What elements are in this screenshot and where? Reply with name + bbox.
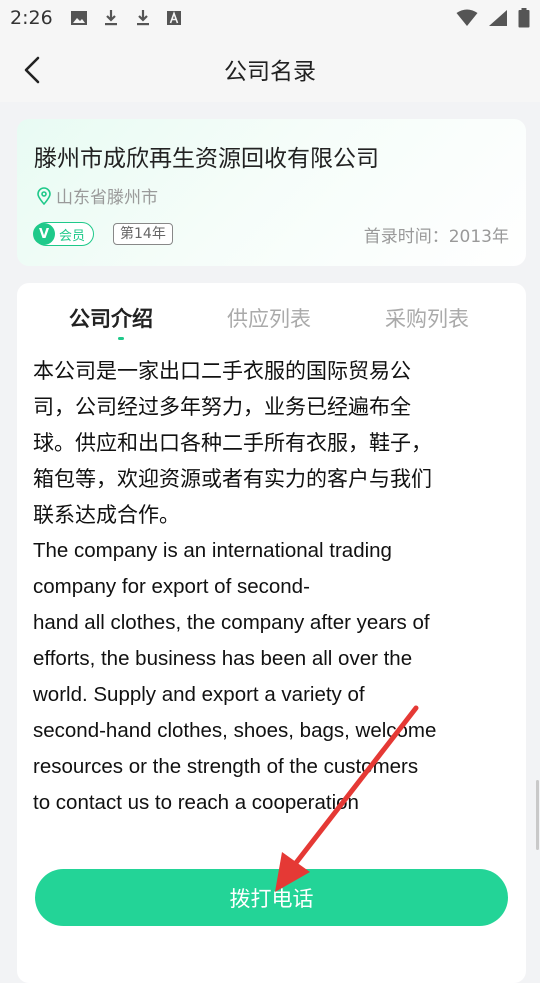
image-icon	[71, 11, 87, 25]
download-icon	[137, 10, 149, 26]
system-icons	[456, 8, 530, 28]
text-a-icon	[167, 11, 181, 25]
status-bar: 2:26	[0, 0, 540, 36]
listed-since: 首录时间：2013年	[363, 227, 509, 247]
page-title: 公司名录	[224, 59, 316, 85]
location-pin-icon	[37, 186, 51, 205]
tab-company-intro[interactable]: 公司介绍	[69, 303, 153, 333]
member-badge: V 会员	[33, 222, 95, 246]
company-card: 滕州市成欣再生资源回收有限公司 山东省滕州市 V 会员 第14年 首录时间：20…	[17, 119, 526, 266]
location-row: 山东省滕州市	[36, 183, 158, 208]
company-name: 滕州市成欣再生资源回收有限公司	[34, 146, 379, 172]
member-label: 会员	[59, 228, 86, 244]
scrollbar[interactable]	[536, 780, 539, 850]
verified-v-icon: V	[33, 223, 55, 245]
tab-supply-list[interactable]: 供应列表	[227, 303, 311, 333]
year-badge: 第14年	[113, 223, 173, 245]
signal-icon	[489, 10, 507, 26]
tab-purchase-list[interactable]: 采购列表	[385, 303, 469, 333]
nav-bar: 公司名录	[0, 36, 540, 102]
battery-icon	[518, 8, 530, 28]
wifi-icon	[456, 9, 478, 26]
call-button[interactable]: 拨打电话	[35, 869, 508, 926]
notification-icons	[70, 9, 182, 27]
download-icon	[105, 10, 117, 26]
active-tab-indicator	[118, 337, 124, 340]
location-text: 山东省滕州市	[56, 188, 158, 208]
intro-text-chinese: 本公司是一家出口二手衣服的国际贸易公 司，公司经过多年努力，业务已经遍布全 球。…	[33, 359, 432, 527]
intro-text-english: The company is an international trading …	[33, 539, 437, 814]
status-time: 2:26	[10, 7, 53, 29]
